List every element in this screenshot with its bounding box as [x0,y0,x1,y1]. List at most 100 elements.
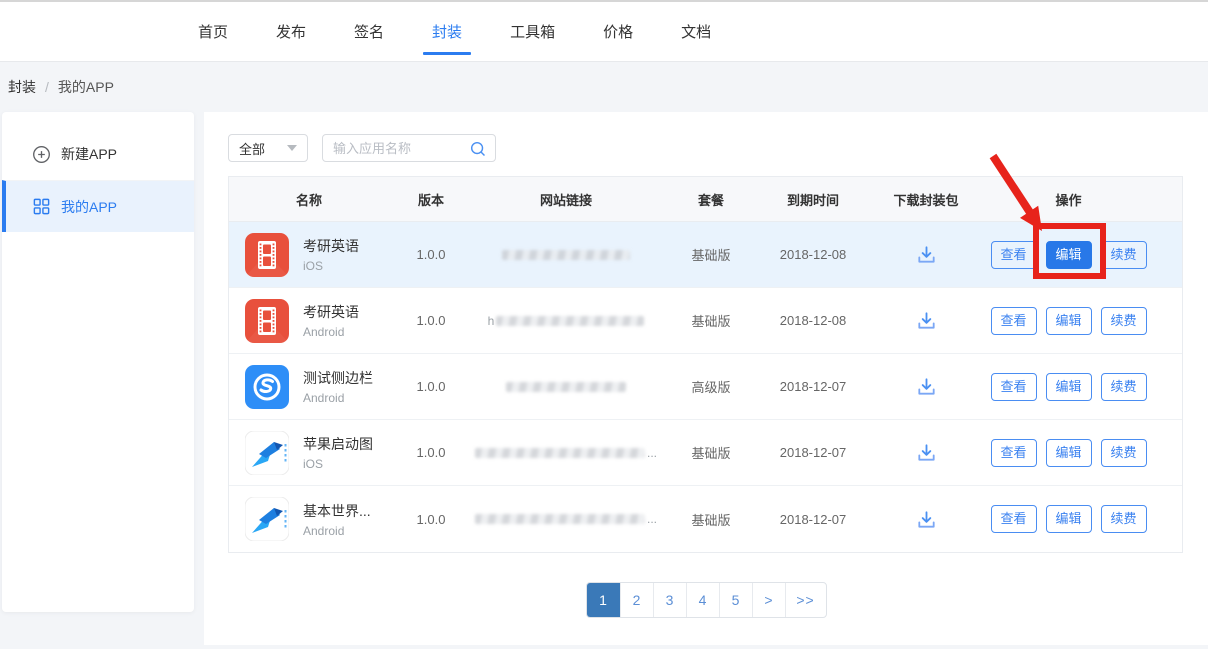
redacted-url-blur [506,382,626,392]
last-page-button[interactable]: >> [785,583,826,617]
app-expiry: 2018-12-07 [763,445,863,460]
sidebar-item-label: 新建APP [61,144,117,164]
app-plan: 高级版 [659,377,763,396]
sidebar: 新建APP 我的APP [2,112,194,612]
app-version: 1.0.0 [389,379,473,394]
app-name: 苹果启动图 [303,434,373,454]
app-plan: 基础版 [659,245,763,264]
view-button[interactable]: 查看 [991,439,1037,467]
grid-icon [32,197,51,216]
app-url-redacted: ... [473,446,659,460]
table-row: 基本世界... Android 1.0.0 ... 基础版 2018-12-07… [229,486,1182,552]
redacted-url-blur [475,514,645,524]
renew-button[interactable]: 续费 [1101,505,1147,533]
download-icon[interactable] [915,243,938,266]
url-hint: ... [647,446,657,460]
edit-button[interactable]: 编辑 [1046,241,1092,269]
app-name: 考研英语 [303,236,359,256]
search-box [322,134,496,162]
nav-item-sign[interactable]: 签名 [354,21,384,42]
page-button-5[interactable]: 5 [719,583,752,617]
table-header-row: 名称 版本 网站链接 套餐 到期时间 下载封装包 操作 [229,177,1182,222]
col-header-version: 版本 [389,190,473,209]
breadcrumb-section[interactable]: 封装 [8,77,36,97]
download-icon[interactable] [915,309,938,332]
table-row: 考研英语 iOS 1.0.0 基础版 2018-12-08 查看 编辑 [229,222,1182,288]
app-url-redacted [473,250,659,260]
renew-button[interactable]: 续费 [1101,439,1147,467]
page-button-2[interactable]: 2 [620,583,653,617]
url-hint: h [488,314,495,328]
col-header-expiry: 到期时间 [763,190,863,209]
app-url-redacted [473,382,659,392]
renew-button[interactable]: 续费 [1101,373,1147,401]
edit-button[interactable]: 编辑 [1046,373,1092,401]
app-url-redacted: h [473,314,659,328]
paper-bird-icon [245,497,289,541]
search-icon[interactable] [469,140,487,163]
view-button[interactable]: 查看 [991,307,1037,335]
page-button-4[interactable]: 4 [686,583,719,617]
category-filter-value: 全部 [239,139,265,158]
redacted-url-blur [502,250,630,260]
pagination: 1 2 3 4 5 > >> [204,582,1208,618]
breadcrumb-separator: / [45,79,49,95]
sidebar-item-new-app[interactable]: 新建APP [2,128,194,180]
app-table: 名称 版本 网站链接 套餐 到期时间 下载封装包 操作 [228,176,1183,553]
chevron-down-icon [287,145,297,151]
download-icon[interactable] [915,508,938,531]
film-icon [245,233,289,277]
edit-button[interactable]: 编辑 [1046,307,1092,335]
next-page-button[interactable]: > [752,583,785,617]
app-platform: Android [303,524,371,538]
pagination-group: 1 2 3 4 5 > >> [586,582,827,618]
view-button[interactable]: 查看 [991,241,1037,269]
redacted-url-blur [475,448,645,458]
table-row: 苹果启动图 iOS 1.0.0 ... 基础版 2018-12-07 查看 [229,420,1182,486]
plus-circle-icon [32,145,51,164]
url-hint: ... [647,512,657,526]
edit-button[interactable]: 编辑 [1046,505,1092,533]
nav-item-home[interactable]: 首页 [198,21,228,42]
app-platform: iOS [303,457,373,471]
category-filter-dropdown[interactable]: 全部 [228,134,308,162]
nav-item-package-active[interactable]: 封装 [432,21,462,42]
table-row: 测试侧边栏 Android 1.0.0 高级版 2018-12-07 查看 编辑 [229,354,1182,420]
app-version: 1.0.0 [389,313,473,328]
search-input[interactable] [323,135,463,161]
s-circle-icon [245,365,289,409]
col-header-url: 网站链接 [473,190,659,209]
download-icon[interactable] [915,441,938,464]
renew-button[interactable]: 续费 [1101,241,1147,269]
app-expiry: 2018-12-07 [763,512,863,527]
nav-item-price[interactable]: 价格 [603,21,633,42]
app-name: 基本世界... [303,501,371,521]
app-platform: Android [303,325,359,339]
app-platform: Android [303,391,373,405]
download-icon[interactable] [915,375,938,398]
page-button-1[interactable]: 1 [587,583,620,617]
breadcrumb-current: 我的APP [58,77,114,97]
edit-button[interactable]: 编辑 [1046,439,1092,467]
sidebar-item-my-app[interactable]: 我的APP [2,180,194,232]
paper-bird-icon [245,431,289,475]
page-button-3[interactable]: 3 [653,583,686,617]
app-expiry: 2018-12-07 [763,379,863,394]
app-version: 1.0.0 [389,512,473,527]
app-name: 考研英语 [303,302,359,322]
app-url-redacted: ... [473,512,659,526]
nav-item-toolbox[interactable]: 工具箱 [510,21,555,42]
col-header-actions: 操作 [989,190,1182,209]
col-header-plan: 套餐 [659,190,763,209]
sidebar-item-label: 我的APP [61,197,117,217]
app-name: 测试侧边栏 [303,368,373,388]
top-navbar: 首页 发布 签名 封装 工具箱 价格 文档 [0,0,1208,62]
view-button[interactable]: 查看 [991,373,1037,401]
nav-item-publish[interactable]: 发布 [276,21,306,42]
film-icon [245,299,289,343]
view-button[interactable]: 查看 [991,505,1037,533]
app-plan: 基础版 [659,443,763,462]
app-expiry: 2018-12-08 [763,247,863,262]
renew-button[interactable]: 续费 [1101,307,1147,335]
nav-item-docs[interactable]: 文档 [681,21,711,42]
